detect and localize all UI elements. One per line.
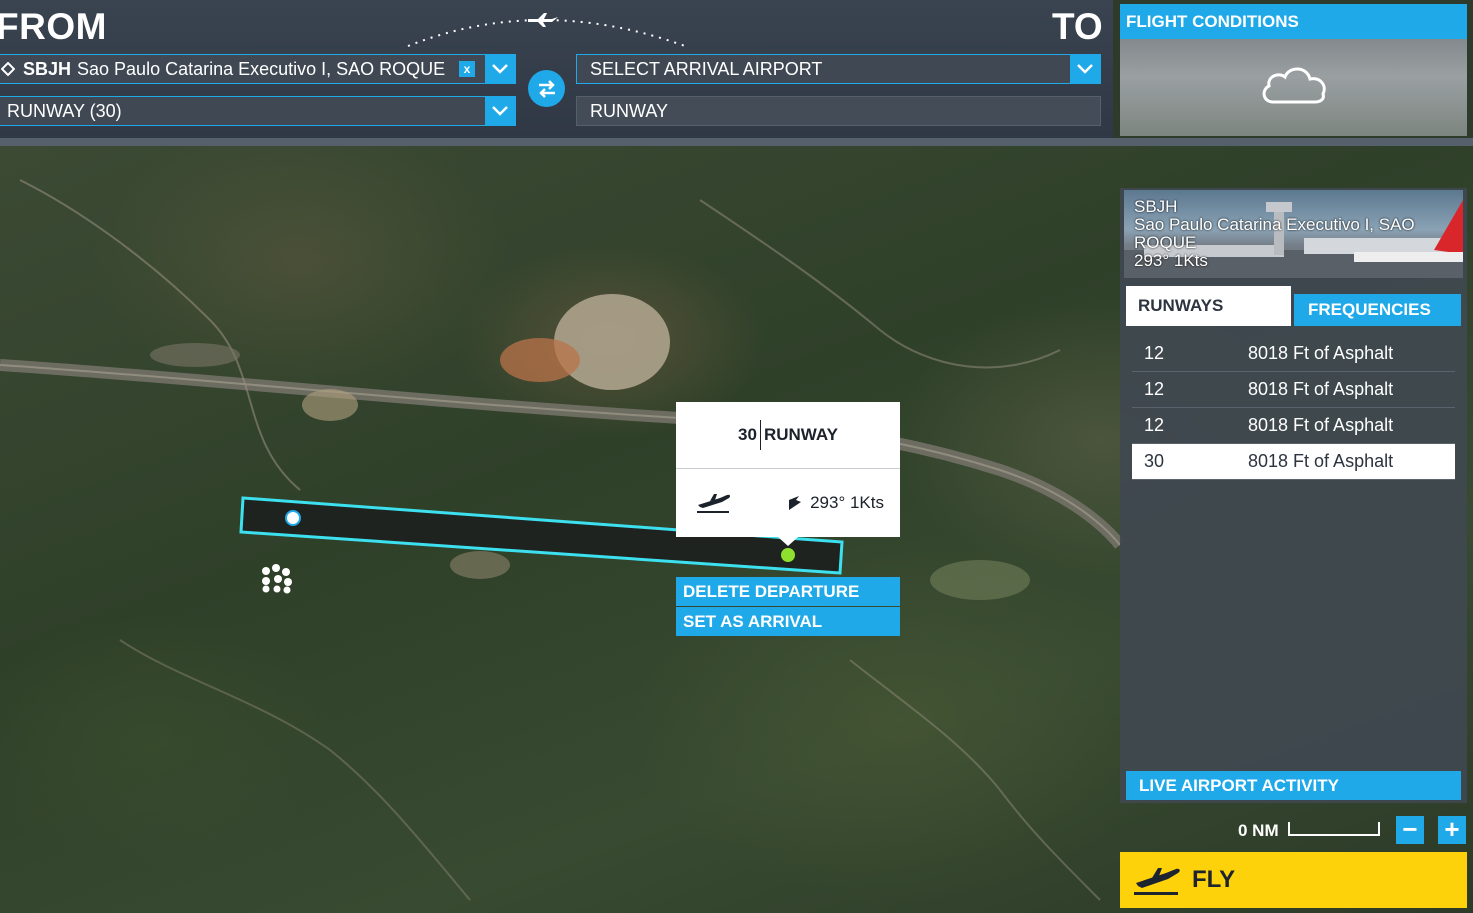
departure-runway-dropdown[interactable]: RUNWAY (30) [0,96,516,126]
map-scale-label: 0 NM [1238,821,1279,840]
delete-departure-button[interactable]: DELETE DEPARTURE [676,577,900,606]
airport-pin-icon [1,62,17,76]
departure-icao: SBJH [23,58,72,79]
runway-row[interactable]: 12 8018 Ft of Asphalt [1132,372,1455,408]
tab-runways[interactable]: RUNWAYS [1126,286,1291,326]
popup-runway-label: RUNWAY [763,425,838,444]
runway-number: 12 [1144,379,1165,399]
chevron-down-icon[interactable] [485,55,515,83]
swap-airports-button[interactable] [528,70,565,107]
runway-start-dot [285,510,301,526]
header-divider [0,138,1473,146]
runway-row[interactable]: 12 8018 Ft of Asphalt [1132,408,1455,444]
cloud-icon [1262,67,1326,104]
popup-runway-number: 30 [738,425,757,444]
runway-popup: 30 RUNWAY 293° 1Kts [676,402,900,546]
runway-row[interactable]: 12 8018 Ft of Asphalt [1132,336,1455,372]
arrival-airport-dropdown[interactable]: SELECT ARRIVAL AIRPORT [576,54,1101,84]
popup-caret [778,537,798,546]
arrival-runway-value: RUNWAY [590,100,668,121]
runway-popup-title: 30 RUNWAY [676,402,900,469]
map-scale-bar [1288,822,1380,836]
popup-wind: 293° 1Kts [810,493,884,512]
airport-tabs: RUNWAYS FREQUENCIES [1126,286,1461,326]
chevron-down-icon[interactable] [1070,55,1100,83]
arrival-airport-placeholder: SELECT ARRIVAL AIRPORT [590,58,823,79]
takeoff-icon [1134,868,1180,895]
zoom-out-button[interactable]: − [1396,816,1424,844]
to-title: TO [1052,6,1103,47]
runway-number: 12 [1144,415,1165,435]
panel-airport-name: Sao Paulo Catarina Executivo I, SAO ROQU… [1134,215,1415,252]
departure-threshold-dot [781,548,795,562]
runway-desc: 8018 Ft of Asphalt [1248,415,1394,435]
panel-airport-wind: 293° 1Kts [1134,251,1208,270]
chevron-down-icon[interactable] [485,97,515,125]
departure-airport-dropdown[interactable]: SBJH Sao Paulo Catarina Executivo I, SAO… [0,54,516,84]
departure-runway-value: RUNWAY (30) [7,100,122,121]
takeoff-icon [697,494,731,513]
runway-list: 12 8018 Ft of Asphalt 12 8018 Ft of Asph… [1132,336,1455,480]
flight-path-arc [407,13,686,47]
runway-number: 12 [1144,343,1165,363]
parking-spots-icon [262,564,292,594]
clear-departure-button[interactable]: x [459,61,475,77]
swap-icon [538,79,555,98]
wind-direction-icon [789,496,802,510]
departure-name: Sao Paulo Catarina Executivo I, SAO ROQU… [77,58,446,79]
tab-frequencies[interactable]: FREQUENCIES [1294,294,1461,326]
runway-number: 30 [1144,451,1165,471]
fly-label: FLY [1192,866,1236,893]
flight-conditions-panel[interactable]: FLIGHT CONDITIONS [1120,4,1467,136]
fly-button[interactable]: FLY [1120,852,1467,908]
runway-desc: 8018 Ft of Asphalt [1248,343,1394,363]
airport-info-panel: SBJH Sao Paulo Catarina Executivo I, SAO… [1120,188,1467,803]
airport-photo: SBJH Sao Paulo Catarina Executivo I, SAO… [1124,190,1463,278]
from-title: FROM [0,6,107,47]
set-as-arrival-button[interactable]: SET AS ARRIVAL [676,607,900,636]
panel-airport-icao: SBJH [1134,197,1178,216]
runway-desc: 8018 Ft of Asphalt [1248,451,1394,471]
flight-conditions-title: FLIGHT CONDITIONS [1120,4,1467,39]
arrival-runway-dropdown[interactable]: RUNWAY [576,96,1101,126]
zoom-in-button[interactable]: + [1438,816,1466,844]
runway-popup-info: 293° 1Kts [676,469,900,546]
runway-row-selected[interactable]: 30 8018 Ft of Asphalt [1132,444,1455,480]
runway-desc: 8018 Ft of Asphalt [1248,379,1394,399]
live-airport-activity-button[interactable]: LIVE AIRPORT ACTIVITY [1126,771,1461,800]
plane-icon [528,13,558,27]
route-header: FROM TO SBJH Sao Paulo Catarina Executiv… [0,0,1113,138]
